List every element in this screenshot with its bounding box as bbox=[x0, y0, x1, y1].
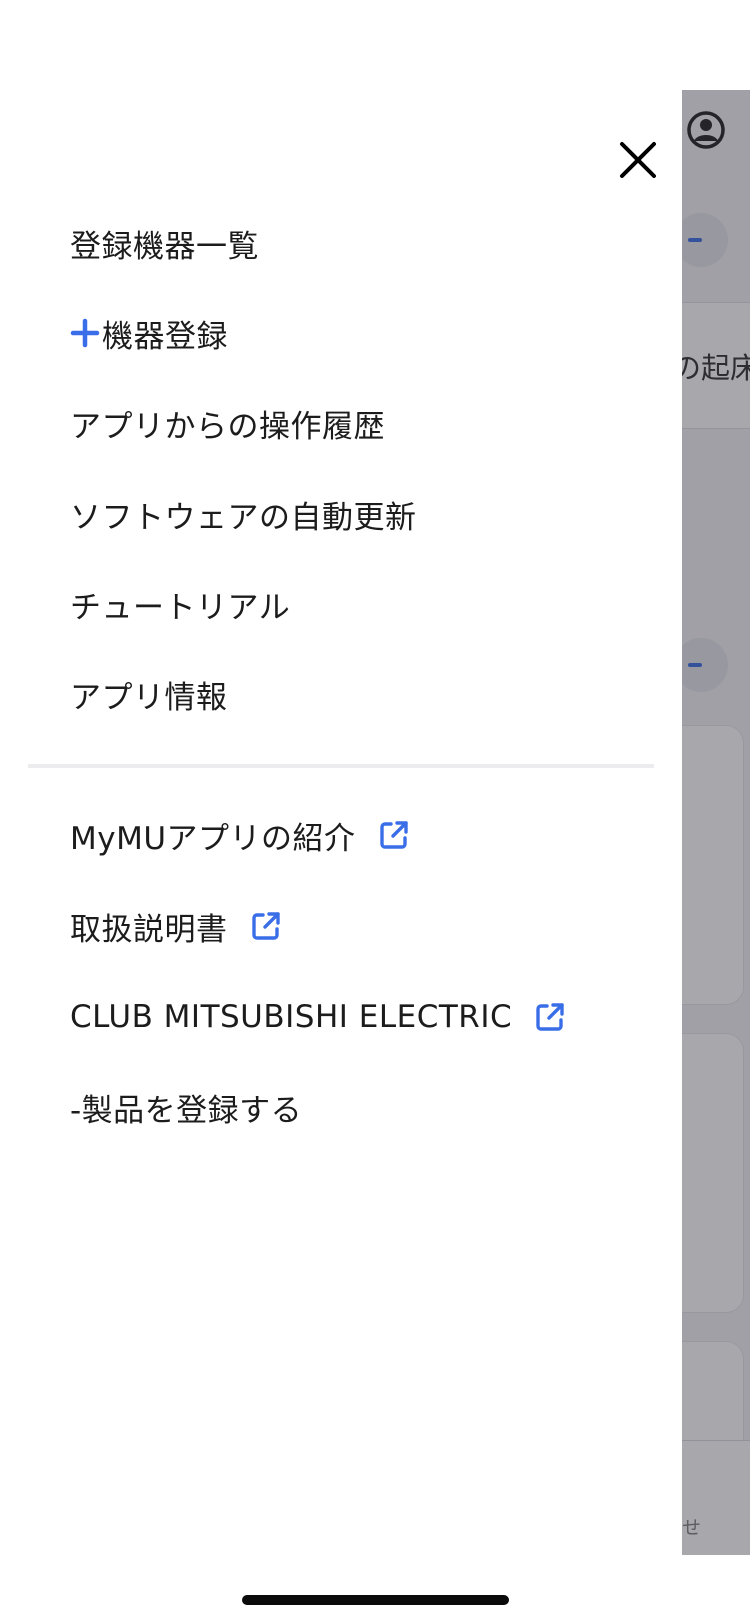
menu-item-app-info[interactable]: アプリ情報 bbox=[70, 669, 228, 719]
link-register-product[interactable]: -製品を登録する bbox=[70, 1082, 302, 1132]
menu-divider bbox=[28, 764, 654, 768]
external-link-icon bbox=[379, 821, 408, 849]
plus-icon bbox=[70, 318, 100, 348]
link-label: CLUB MITSUBISHI ELECTRIC bbox=[70, 999, 513, 1035]
link-label: -製品を登録する bbox=[70, 1092, 303, 1129]
menu-item-label: アプリからの操作履歴 bbox=[70, 408, 385, 445]
link-mymu-app-intro[interactable]: MyMUアプリの紹介 bbox=[70, 810, 410, 860]
side-menu-drawer: 登録機器一覧 機器登録 アプリからの操作履歴 ソフトウェアの自動更新 チュートリ… bbox=[0, 0, 682, 1623]
link-label: 取扱説明書 bbox=[70, 911, 228, 948]
menu-item-tutorial[interactable]: チュートリアル bbox=[70, 579, 290, 629]
close-icon[interactable] bbox=[610, 132, 666, 188]
menu-item-label: 登録機器一覧 bbox=[70, 228, 259, 265]
external-link-icon bbox=[536, 1003, 564, 1031]
menu-item-label: アプリ情報 bbox=[70, 679, 228, 716]
link-club-mitsubishi-electric[interactable]: CLUB MITSUBISHI ELECTRIC bbox=[70, 992, 566, 1042]
menu-item-label: 機器登録 bbox=[102, 318, 228, 355]
link-label: MyMUアプリの紹介 bbox=[70, 820, 356, 857]
menu-item-label: チュートリアル bbox=[70, 589, 291, 626]
menu-item-operation-history[interactable]: アプリからの操作履歴 bbox=[70, 398, 385, 448]
menu-item-registered-devices[interactable]: 登録機器一覧 bbox=[70, 218, 259, 268]
menu-item-label: ソフトウェアの自動更新 bbox=[70, 499, 417, 536]
menu-item-software-update[interactable]: ソフトウェアの自動更新 bbox=[70, 489, 417, 539]
menu-item-register-device[interactable]: 機器登録 bbox=[70, 308, 228, 358]
link-instruction-manual[interactable]: 取扱説明書 bbox=[70, 901, 282, 951]
external-link-icon bbox=[251, 912, 280, 940]
dim-overlay[interactable] bbox=[682, 90, 750, 1555]
home-indicator[interactable] bbox=[242, 1595, 509, 1605]
